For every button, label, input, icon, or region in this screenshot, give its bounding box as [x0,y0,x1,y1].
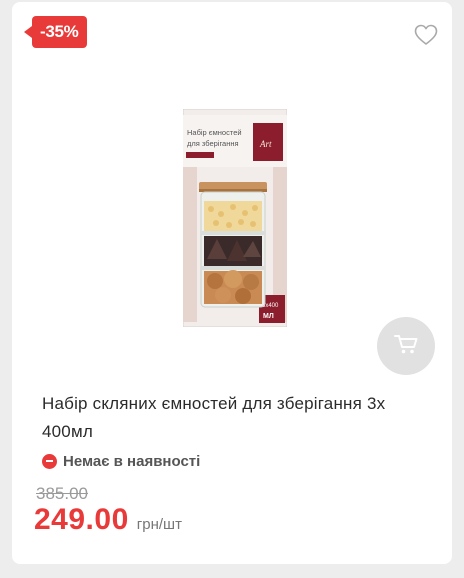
price-unit: грн/шт [136,516,182,533]
availability-text: Немає в наявності [63,452,201,470]
current-price-value: 249.00 [34,503,129,536]
cart-icon [393,332,419,361]
box-text-line1: Набір ємностей [187,128,242,137]
box-volume-unit: МЛ [263,313,274,320]
product-image[interactable]: Набір ємностей для зберігання Art 3х400 … [182,108,288,328]
product-title[interactable]: Набір скляних ємностей для зберігання 3х… [42,390,432,446]
old-price: 385.00 [36,484,88,503]
current-price: 249.00 грн/шт [34,503,182,537]
add-to-cart-button[interactable] [377,317,435,375]
minus-circle-icon [42,453,57,469]
discount-badge: -35% [24,16,87,48]
availability-status: Немає в наявності [42,450,200,472]
box-brand: Art [259,139,272,149]
box-text-line2: для зберігання [187,139,239,148]
heart-icon[interactable] [414,24,438,46]
